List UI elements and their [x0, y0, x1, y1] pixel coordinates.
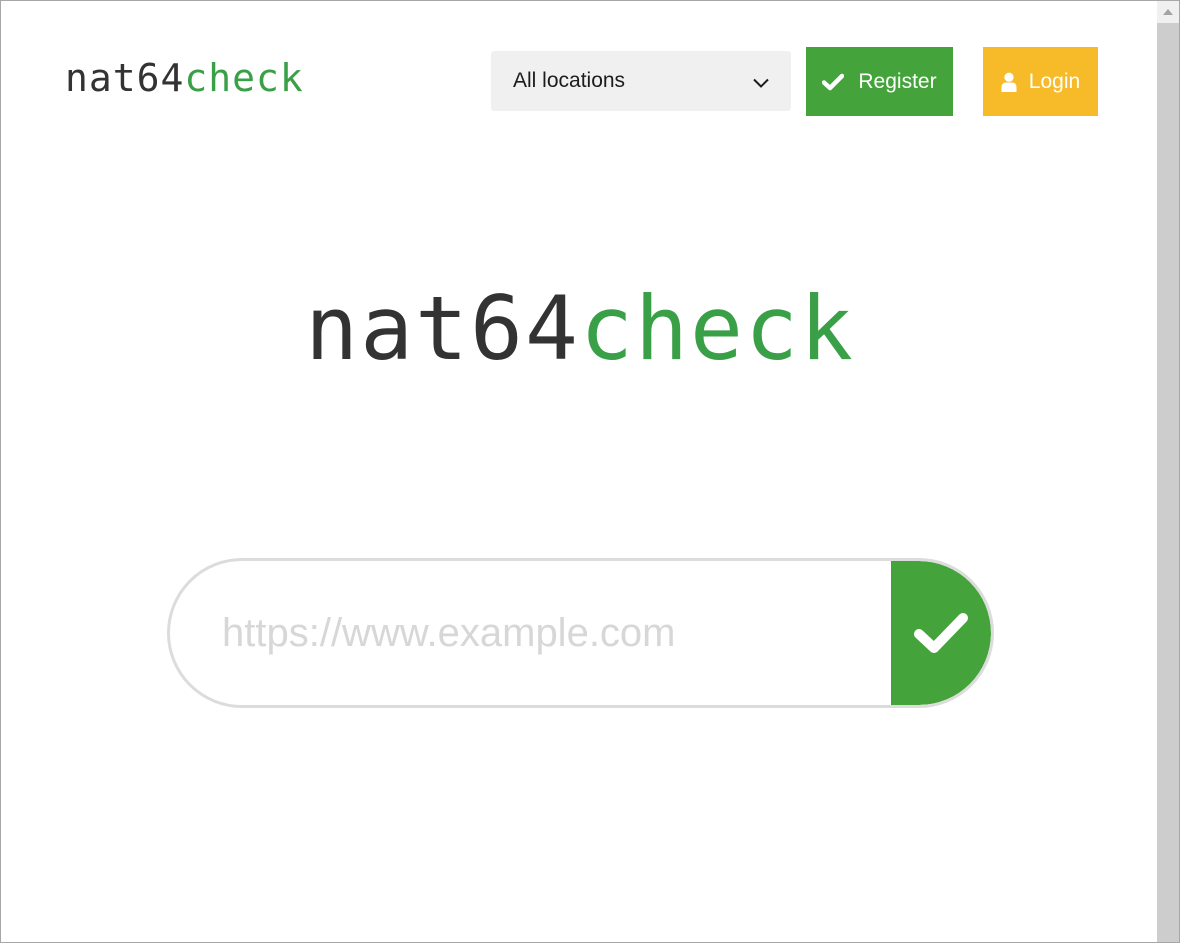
url-check-form	[167, 558, 994, 708]
browser-window: nat64 check All locations Register Login …	[0, 0, 1180, 943]
arrow-up-icon	[1163, 9, 1173, 15]
logo-text-check: check	[184, 56, 304, 100]
user-icon	[1001, 72, 1017, 92]
logo-text-nat64: nat64	[65, 56, 185, 100]
scroll-up-button[interactable]	[1157, 1, 1179, 23]
check-icon	[822, 73, 845, 91]
location-select-value: All locations	[513, 69, 626, 92]
vertical-scrollbar[interactable]	[1157, 1, 1179, 942]
chevron-down-icon	[753, 78, 769, 88]
check-icon	[914, 613, 968, 653]
login-button-label: Login	[1028, 69, 1081, 93]
check-submit-button[interactable]	[891, 561, 991, 705]
hero-logo: nat64check	[1, 285, 1159, 373]
login-button[interactable]: Login	[983, 47, 1098, 116]
register-button[interactable]: Register	[806, 47, 953, 116]
hero-logo-check: check	[580, 277, 855, 380]
url-input[interactable]	[222, 561, 882, 705]
location-select[interactable]: All locations	[491, 51, 791, 111]
hero-logo-nat64: nat64	[305, 277, 580, 380]
register-button-label: Register	[858, 69, 937, 93]
header-logo[interactable]: nat64 check	[65, 59, 304, 97]
